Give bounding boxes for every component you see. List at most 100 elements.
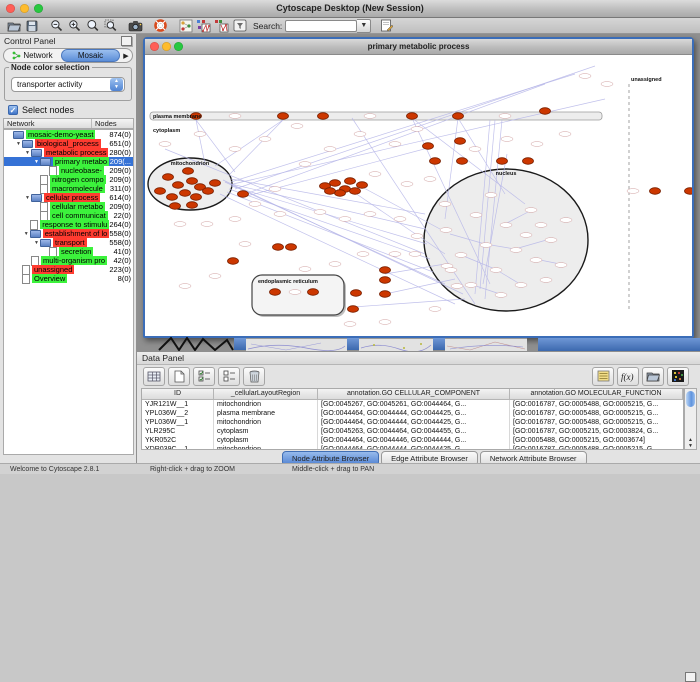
network-node[interactable]: [350, 188, 361, 195]
tree-row[interactable]: ▼cellular process614(0): [4, 193, 133, 202]
network-node[interactable]: [345, 178, 356, 185]
node-label-oval[interactable]: [274, 212, 286, 217]
node-label-oval[interactable]: [394, 217, 406, 222]
node-label-oval[interactable]: [520, 233, 532, 238]
network-node[interactable]: [380, 277, 391, 284]
network-node[interactable]: [191, 194, 202, 201]
node-label-oval[interactable]: [201, 222, 213, 227]
node-label-oval[interactable]: [269, 187, 281, 192]
network-node[interactable]: [348, 306, 359, 313]
background-window-titlebar-fragment[interactable]: [234, 338, 246, 350]
tree-row[interactable]: nucleobase-209(0): [4, 166, 133, 175]
network-node[interactable]: [270, 289, 281, 296]
network-node[interactable]: [203, 188, 214, 195]
network-node[interactable]: [335, 190, 346, 197]
attribute-list-button[interactable]: [592, 367, 614, 386]
network-node[interactable]: [187, 178, 198, 185]
network-view-window[interactable]: primary metabolic process plasma membran…: [143, 37, 694, 338]
delete-attribute-button[interactable]: [243, 367, 265, 386]
network-edge[interactable]: [215, 120, 283, 166]
help-button[interactable]: [152, 19, 169, 33]
node-label-oval[interactable]: [627, 189, 639, 194]
node-label-oval[interactable]: [500, 223, 512, 228]
network-node[interactable]: [457, 158, 468, 165]
network-node[interactable]: [407, 113, 418, 120]
attribute-matrix-button[interactable]: [667, 367, 689, 386]
zoom-selected-button[interactable]: [102, 19, 119, 33]
node-label-oval[interactable]: [174, 222, 186, 227]
node-label-oval[interactable]: [499, 114, 511, 119]
node-label-oval[interactable]: [540, 278, 552, 283]
node-label-oval[interactable]: [344, 322, 356, 327]
node-label-oval[interactable]: [299, 267, 311, 272]
background-window-titlebar-fragment[interactable]: [538, 338, 700, 351]
background-window-fragment[interactable]: [445, 338, 527, 351]
node-label-oval[interactable]: [339, 217, 351, 222]
network-node[interactable]: [228, 258, 239, 265]
column-header[interactable]: _cellularLayoutRegion: [214, 389, 318, 399]
control-panel-float-icon[interactable]: [121, 36, 132, 46]
background-window-titlebar-fragment[interactable]: [433, 338, 445, 350]
node-label-oval[interactable]: [364, 114, 376, 119]
zoom-fit-button[interactable]: [84, 19, 101, 33]
table-vertical-scrollbar[interactable]: ▲▼: [684, 388, 697, 450]
network-node[interactable]: [278, 113, 289, 120]
network-edge[interactable]: [362, 187, 440, 229]
tree-row[interactable]: nitrogen compo209(0): [4, 175, 133, 184]
node-label-oval[interactable]: [480, 243, 492, 248]
node-label-oval[interactable]: [389, 252, 401, 257]
node-label-oval[interactable]: [495, 293, 507, 298]
network-node[interactable]: [357, 182, 368, 189]
close-button[interactable]: [6, 4, 15, 13]
tree-row[interactable]: cellular metabo209(0): [4, 202, 133, 211]
node-label-oval[interactable]: [229, 114, 241, 119]
network-node[interactable]: [170, 203, 181, 210]
node-label-oval[interactable]: [229, 217, 241, 222]
network-node[interactable]: [187, 202, 198, 209]
node-color-dropdown[interactable]: transporter activity ▲▼: [11, 77, 125, 92]
node-label-oval[interactable]: [525, 208, 537, 213]
tree-expand-arrow[interactable]: ▼: [33, 159, 40, 165]
tree-expand-arrow[interactable]: ▼: [33, 240, 40, 246]
table-row[interactable]: YPL036W__2plasma membrane[GO:0044464, GO…: [142, 409, 683, 418]
network-node[interactable]: [180, 190, 191, 197]
network-canvas[interactable]: plasma membranecytoplasmmitochondrionnuc…: [145, 54, 692, 336]
tree-expand-arrow[interactable]: ▼: [23, 231, 30, 237]
column-header[interactable]: annotation.GO MOLECULAR_FUNCTION: [510, 389, 683, 399]
network-node[interactable]: [430, 158, 441, 165]
tree-row[interactable]: ▼primary metabo209(...: [4, 157, 133, 166]
overview-window-fragment[interactable]: [157, 337, 235, 351]
snapshot-button[interactable]: [127, 19, 144, 33]
tree-row[interactable]: ▼transport558(0): [4, 238, 133, 247]
tab-mosaic[interactable]: Mosaic: [61, 49, 120, 62]
node-label-oval[interactable]: [324, 147, 336, 152]
tree-row[interactable]: ▼biological_process651(0): [4, 139, 133, 148]
attribute-table-button[interactable]: [143, 367, 165, 386]
node-label-oval[interactable]: [411, 127, 423, 132]
network-node[interactable]: [273, 244, 284, 251]
zoom-out-button[interactable]: [48, 19, 65, 33]
table-row[interactable]: YKR052Ccytoplasm[GO:0044464, GO:0044446,…: [142, 436, 683, 445]
node-label-oval[interactable]: [239, 242, 251, 247]
node-label-oval[interactable]: [470, 213, 482, 218]
network-node[interactable]: [380, 291, 391, 298]
node-label-oval[interactable]: [469, 147, 481, 152]
network-node[interactable]: [453, 113, 464, 120]
network-node[interactable]: [540, 108, 551, 115]
column-header[interactable]: annotation.GO CELLULAR_COMPONENT: [318, 389, 510, 399]
background-window-fragment[interactable]: [246, 338, 347, 351]
node-label-oval[interactable]: [411, 234, 423, 239]
network-node[interactable]: [173, 182, 184, 189]
node-label-oval[interactable]: [451, 284, 463, 289]
zoom-in-button[interactable]: [66, 19, 83, 33]
node-label-oval[interactable]: [209, 274, 221, 279]
tree-column-network[interactable]: Network: [4, 119, 92, 128]
node-label-oval[interactable]: [490, 268, 502, 273]
node-label-oval[interactable]: [485, 193, 497, 198]
node-label-oval[interactable]: [439, 202, 451, 207]
node-label-oval[interactable]: [530, 258, 542, 263]
network-node[interactable]: [650, 188, 661, 195]
network-node[interactable]: [423, 143, 434, 150]
tree-row[interactable]: mosaic-demo-yeast874(0): [4, 130, 133, 139]
import-attributes-button[interactable]: [642, 367, 664, 386]
